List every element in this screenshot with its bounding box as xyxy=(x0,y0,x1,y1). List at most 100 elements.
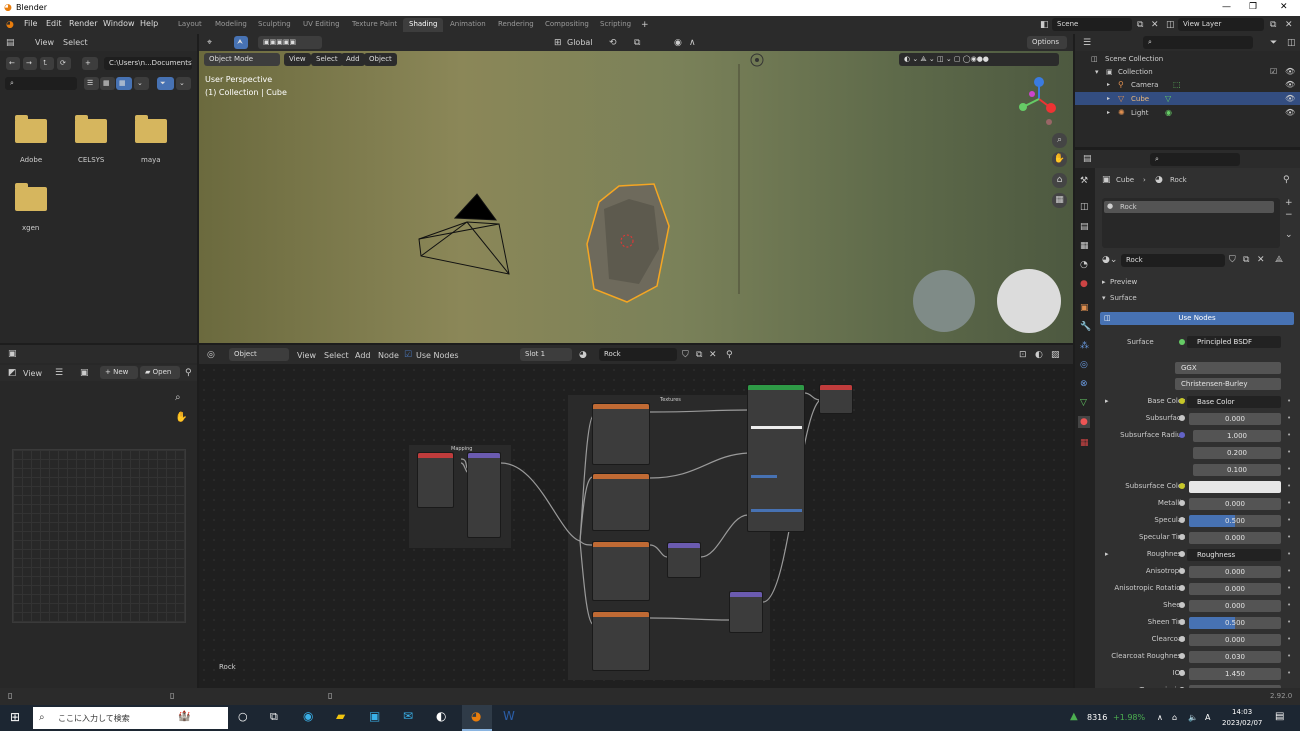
property-value-field[interactable]: 0.500 xyxy=(1189,617,1281,629)
visibility-eye-icon[interactable]: 👁 xyxy=(1285,108,1295,118)
tab-sculpting[interactable]: Sculpting xyxy=(252,18,297,32)
maximize-button[interactable]: ❐ xyxy=(1249,2,1257,12)
outliner-row-cube[interactable]: ▸ ▽ Cube ▽ 👁 xyxy=(1075,92,1300,105)
subsurface-method-dropdown[interactable]: Christensen-Burley xyxy=(1175,378,1281,390)
keyframe-dot-icon[interactable]: • xyxy=(1287,465,1291,473)
property-value-field[interactable] xyxy=(1189,481,1281,493)
property-value-field[interactable]: 0.200 xyxy=(1193,447,1281,459)
material-output-node[interactable] xyxy=(819,384,853,414)
back-button[interactable]: ← xyxy=(6,57,20,70)
keyframe-dot-icon[interactable]: • xyxy=(1287,652,1291,660)
path-field[interactable]: C:\Users\n...Documents\ xyxy=(104,57,192,70)
keyframe-dot-icon[interactable]: • xyxy=(1287,584,1291,592)
property-value-field[interactable]: 1.450 xyxy=(1189,668,1281,680)
distribution-dropdown[interactable]: GGX xyxy=(1175,362,1281,374)
material-name-field[interactable]: Rock xyxy=(1121,254,1225,267)
ior-slider[interactable] xyxy=(751,509,802,512)
surface-shader-field[interactable]: Principled BSDF xyxy=(1187,336,1281,348)
outliner-scene-collection[interactable]: Scene Collection xyxy=(1105,55,1163,63)
material-slot-list[interactable]: ● Rock xyxy=(1102,198,1280,248)
thumbnail-small-icon[interactable]: ▦ xyxy=(100,77,115,90)
material-link-icon[interactable]: ⟁ xyxy=(1275,255,1283,265)
keyframe-dot-icon[interactable]: • xyxy=(1287,516,1291,524)
windows-start-icon[interactable]: ⊞ xyxy=(10,711,20,723)
principled-bsdf-node[interactable] xyxy=(747,384,805,532)
ime-icon[interactable]: A xyxy=(1205,713,1210,723)
edge-icon[interactable]: ◉ xyxy=(303,710,313,722)
light-object[interactable] xyxy=(750,53,764,67)
new-collection-icon[interactable]: ◫ xyxy=(1287,38,1296,48)
pin-icon[interactable]: ⚲ xyxy=(185,368,192,378)
remove-view-layer-icon[interactable]: ✕ xyxy=(1285,20,1293,30)
keyframe-dot-icon[interactable]: • xyxy=(1287,414,1291,422)
new-view-layer-icon[interactable]: ⧉ xyxy=(1270,20,1276,30)
new-image-button[interactable]: + New xyxy=(100,366,138,379)
pin-icon[interactable]: ⚲ xyxy=(1283,175,1290,185)
menu-file[interactable]: File xyxy=(24,19,37,28)
menu-icon[interactable]: ☰ xyxy=(55,368,63,378)
editor-type-icon[interactable]: ▤ xyxy=(6,38,15,48)
world-tab-icon[interactable]: ● xyxy=(1080,279,1088,289)
surface-section-arrow-icon[interactable]: ▾ xyxy=(1102,294,1106,302)
store-icon[interactable]: ▣ xyxy=(369,710,380,722)
tab-compositing[interactable]: Compositing xyxy=(539,18,595,32)
menu-edit[interactable]: Edit xyxy=(46,19,62,28)
editor-type-icon[interactable]: ▤ xyxy=(1083,154,1092,164)
keyframe-dot-icon[interactable]: • xyxy=(1287,618,1291,626)
preview-section[interactable]: Preview xyxy=(1110,278,1137,286)
image-texture-displacement-node[interactable] xyxy=(592,611,650,671)
sort-dropdown-icon[interactable]: ⌄ xyxy=(134,77,149,90)
camera-view-icon[interactable]: ⌂ xyxy=(1052,173,1067,188)
visibility-eye-icon[interactable]: 👁 xyxy=(1285,94,1295,104)
pan-hand-icon[interactable]: ✋ xyxy=(175,413,187,423)
image-texture-normal-node[interactable] xyxy=(592,541,650,601)
close-button[interactable]: ✕ xyxy=(1280,2,1288,12)
folder-celsys[interactable]: CELSYS xyxy=(70,114,114,169)
notification-icon[interactable]: ▤ xyxy=(1275,712,1284,722)
visibility-eye-icon[interactable]: 👁 xyxy=(1285,80,1295,90)
filter-dropdown-icon[interactable]: ⌄ xyxy=(176,77,191,90)
cortana-icon[interactable]: ○ xyxy=(238,711,248,722)
tab-scripting[interactable]: Scripting xyxy=(594,18,637,32)
remove-scene-icon[interactable]: ✕ xyxy=(1151,20,1159,30)
property-value-field[interactable]: 0.000 xyxy=(1189,634,1281,646)
word-icon[interactable]: W xyxy=(503,710,515,722)
clock-time[interactable]: 14:03 xyxy=(1232,708,1252,716)
stock-change[interactable]: +1.98% xyxy=(1113,713,1145,722)
editor-type-icon[interactable]: ☰ xyxy=(1083,38,1091,48)
camera-data-icon[interactable]: ⬚ xyxy=(1173,80,1181,90)
menu-view[interactable]: View xyxy=(23,369,42,378)
menu-help[interactable]: Help xyxy=(140,19,158,28)
add-workspace-icon[interactable]: + xyxy=(641,20,649,30)
subsurface-color-swatch[interactable] xyxy=(751,426,802,429)
keyframe-dot-icon[interactable]: • xyxy=(1287,550,1291,558)
folder-adobe[interactable]: Adobe xyxy=(10,114,54,169)
tray-chevron-icon[interactable]: ∧ xyxy=(1157,713,1163,723)
property-value-field[interactable]: 0.000 xyxy=(1189,532,1281,544)
taskbar-blender-button[interactable]: ◕ xyxy=(462,705,492,731)
physics-tab-icon[interactable]: ◎ xyxy=(1080,360,1088,370)
new-scene-icon[interactable]: ⧉ xyxy=(1137,20,1143,30)
property-value-field[interactable]: 0.000 xyxy=(1189,600,1281,612)
3d-viewport[interactable]: ⌖ ⮝ ▣▣▣▣▣ ⊞ Global ⟲ ⧉ ◉ ∧ Options Objec… xyxy=(199,34,1073,343)
refresh-button[interactable]: ⟳ xyxy=(57,57,71,70)
scene-selector[interactable]: Scene xyxy=(1052,18,1132,31)
specular-slider[interactable] xyxy=(751,475,777,478)
keyframe-dot-icon[interactable]: • xyxy=(1287,482,1291,490)
blender-menu-icon[interactable]: ◕ xyxy=(6,20,14,30)
navigation-gizmo[interactable] xyxy=(1019,77,1056,125)
tool-tab-icon[interactable]: ⚒ xyxy=(1080,176,1088,186)
property-value-field[interactable]: 1.000 xyxy=(1193,430,1281,442)
properties-search-input[interactable]: ⌕ xyxy=(1150,153,1240,166)
taskbar-search-box[interactable]: ⌕ ここに入力して検索 🏰 xyxy=(33,707,228,729)
remove-slot-icon[interactable]: − xyxy=(1285,210,1293,220)
property-value-field[interactable]: 0.000 xyxy=(1189,583,1281,595)
folder-maya[interactable]: maya xyxy=(130,114,174,169)
editor-type-icon[interactable]: ▣ xyxy=(8,349,17,359)
property-value-field[interactable]: 0.500 xyxy=(1189,515,1281,527)
view-layer-tab-icon[interactable]: ▦ xyxy=(1080,241,1089,251)
pan-hand-icon[interactable]: ✋ xyxy=(1052,152,1067,167)
tab-texture-paint[interactable]: Texture Paint xyxy=(346,18,403,32)
checkbox-icon[interactable]: ☑ xyxy=(1270,67,1277,77)
material-browse-icon[interactable]: ◕⌄ xyxy=(1102,255,1117,265)
